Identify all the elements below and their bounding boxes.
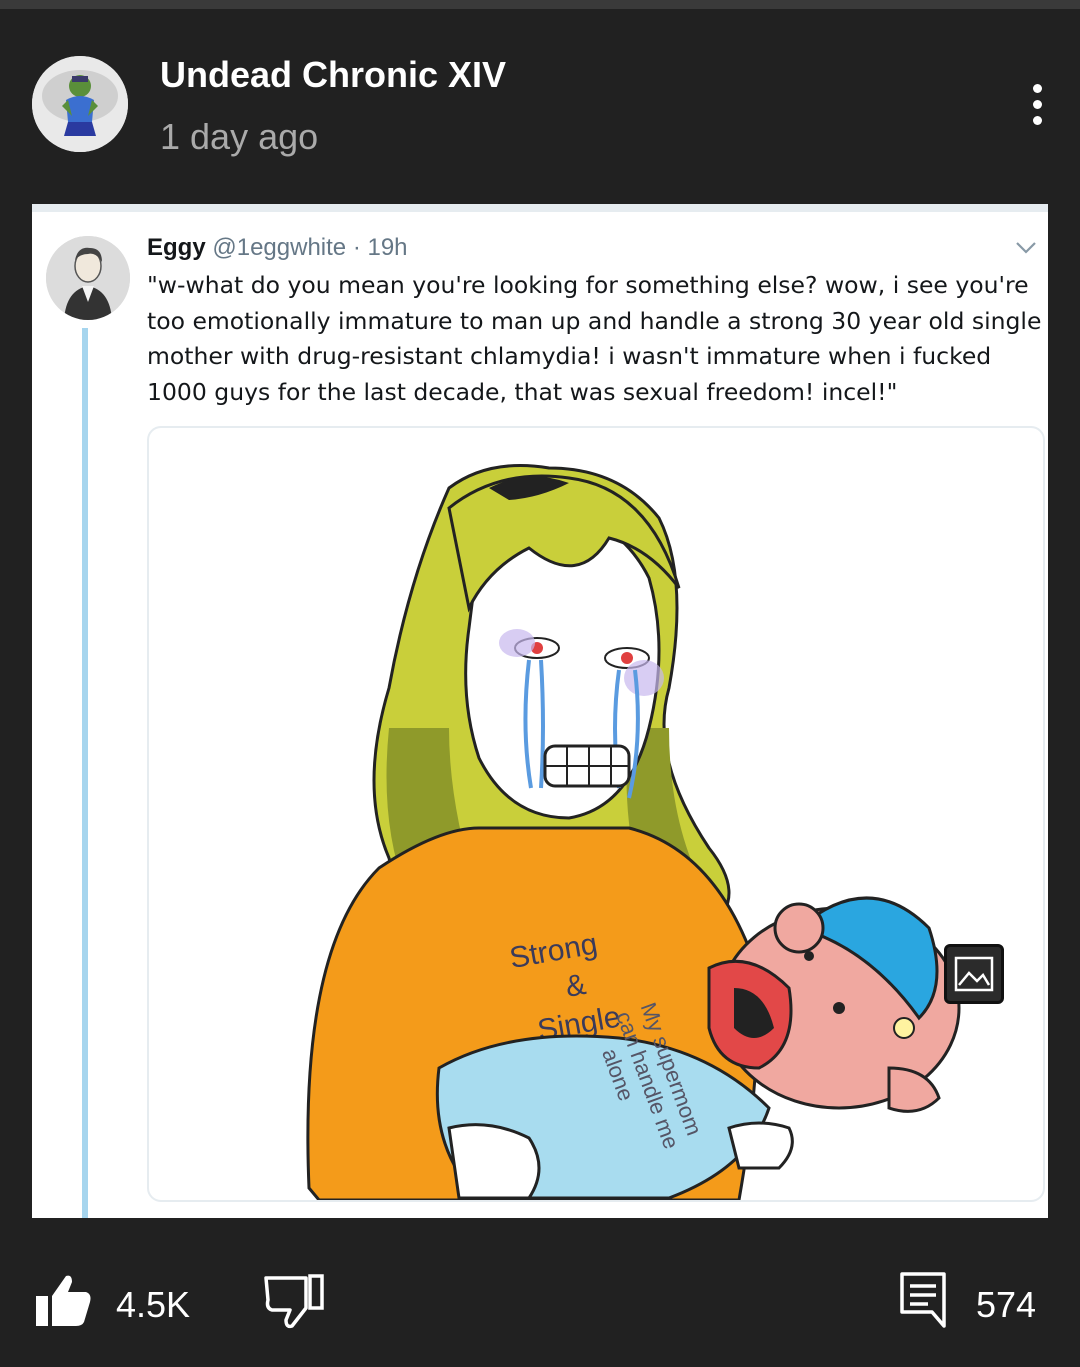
thumbs-down-icon[interactable] [262,1270,326,1330]
post-image[interactable]: Eggy @1eggwhite · 19h "w-what do you mea… [32,204,1048,1218]
author-avatar[interactable] [32,56,128,152]
post-time: 1 day ago [160,116,319,157]
gallery-icon[interactable] [944,944,1004,1004]
more-vert-icon[interactable] [1018,80,1058,130]
author-name[interactable]: Undead Chronic XIV [160,54,506,96]
action-bar: 4.5K 574 [0,1250,1080,1360]
tweet-text: "w-what do you mean you're looking for s… [147,271,1042,406]
chevron-down-icon [1016,242,1036,254]
tweet-separator: · [352,234,361,261]
thread-line [82,328,88,1218]
like-count: 4.5K [116,1284,191,1325]
meme-illustration: Strong & Single My supermom can handle m… [306,464,961,1200]
comment-count: 574 [976,1284,1037,1325]
tweet-author-name: Eggy [147,234,206,261]
tweet-media: Strong & Single My supermom can handle m… [147,426,1045,1202]
tweet-author-avatar [46,236,130,320]
thumbs-up-icon[interactable] [34,1270,94,1330]
tweet-handle: @1eggwhite [212,234,347,261]
tweet-age: 19h [367,234,408,261]
comment-icon[interactable] [898,1270,948,1328]
status-strip [0,0,1080,9]
tweet-header: Eggy @1eggwhite · 19h [147,234,408,262]
